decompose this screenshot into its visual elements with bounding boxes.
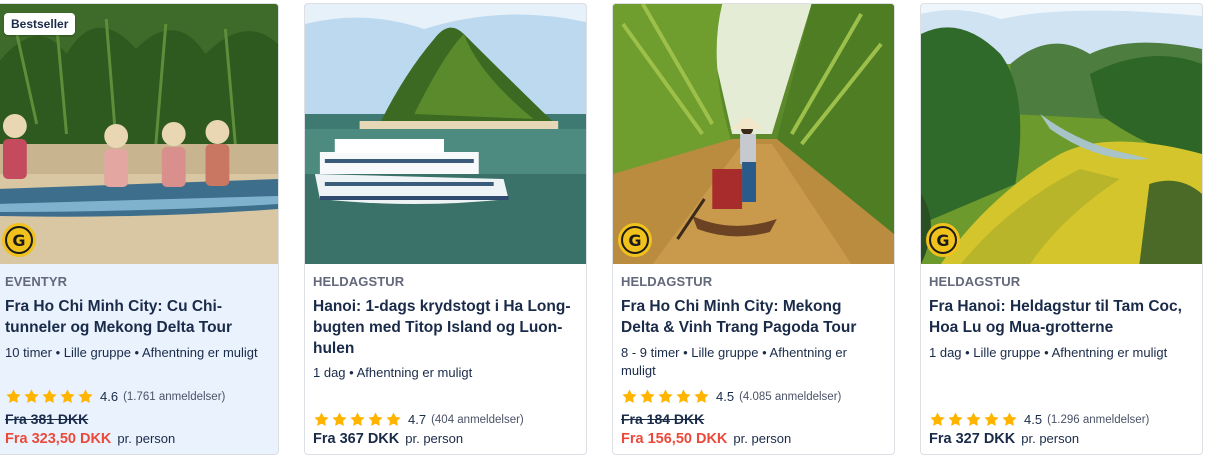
star-rating xyxy=(313,411,403,428)
price-unit: pr. person xyxy=(1021,431,1080,446)
star-icon xyxy=(966,412,981,426)
star-icon xyxy=(984,412,999,426)
rating-value: 4.7 xyxy=(408,412,427,427)
original-price: Fra 381 DKK xyxy=(5,411,89,427)
card-body: HELDAGSTUR Hanoi: 1-dags krydstogt i Ha … xyxy=(305,264,586,454)
card-meta: 1 dag • Afhentning er muligt xyxy=(313,365,473,380)
card-image[interactable] xyxy=(921,4,1202,264)
card-meta: 1 dag • Lille gruppe • Afhentning er mul… xyxy=(929,345,1168,360)
activity-card-2[interactable]: HELDAGSTUR Hanoi: 1-dags krydstogt i Ha … xyxy=(304,3,587,455)
star-icon xyxy=(676,389,691,403)
star-icon xyxy=(930,412,945,426)
price-row: Fra 367 DKK pr. person xyxy=(313,431,463,447)
rating: 4.5 (1.296 anmeldelser) xyxy=(929,411,1149,428)
category-label: HELDAGSTUR xyxy=(313,274,405,289)
activity-card-1[interactable]: Bestseller G EVENTYR Fra Ho Chi Minh Cit… xyxy=(0,3,279,455)
rating-value: 4.5 xyxy=(1024,412,1043,427)
original-price: Fra 184 DKK xyxy=(621,411,705,427)
mekong-canal-photo xyxy=(613,4,894,264)
getyourguide-logo-icon: G xyxy=(2,223,36,257)
sale-price: Fra 323,50 DKK xyxy=(5,431,112,447)
review-count: (4.085 anmeldelser) xyxy=(739,390,842,403)
card-title[interactable]: Fra Hanoi: Heldagstur til Tam Coc, Hoa L… xyxy=(929,296,1191,338)
price-row: Fra 323,50 DKK pr. person xyxy=(5,431,175,447)
price-unit: pr. person xyxy=(117,431,176,446)
star-icon xyxy=(368,412,383,426)
star-icon xyxy=(42,389,57,403)
category-label: EVENTYR xyxy=(5,274,68,289)
star-icon xyxy=(6,389,21,403)
review-count: (404 anmeldelser) xyxy=(431,413,524,426)
review-count: (1.296 anmeldelser) xyxy=(1047,413,1150,426)
review-count: (1.761 anmeldelser) xyxy=(123,390,226,403)
rating: 4.7 (404 anmeldelser) xyxy=(313,411,524,428)
card-body: HELDAGSTUR Fra Ho Chi Minh City: Mekong … xyxy=(613,264,894,454)
card-meta: 10 timer • Lille gruppe • Afhentning er … xyxy=(5,345,258,360)
category-label: HELDAGSTUR xyxy=(929,274,1021,289)
price: Fra 327 DKK xyxy=(929,431,1016,447)
rating-value: 4.6 xyxy=(100,389,119,404)
price-row: Fra 156,50 DKK pr. person xyxy=(621,431,791,447)
star-icon xyxy=(24,389,39,403)
card-title[interactable]: Fra Ho Chi Minh City: Mekong Delta & Vin… xyxy=(621,296,883,338)
getyourguide-logo-icon: G xyxy=(926,223,960,257)
card-image[interactable] xyxy=(0,4,278,264)
card-meta: 8 - 9 timer • Lille gruppe • Afhentning … xyxy=(621,345,847,378)
rating: 4.6 (1.761 anmeldelser) xyxy=(5,388,225,405)
bestseller-badge: Bestseller xyxy=(4,13,76,35)
star-icon xyxy=(622,389,637,403)
star-icon xyxy=(60,389,75,403)
star-rating xyxy=(621,388,711,405)
star-icon xyxy=(78,389,93,403)
star-icon xyxy=(640,389,655,403)
activity-card-3[interactable]: G HELDAGSTUR Fra Ho Chi Minh City: Mekon… xyxy=(612,3,895,455)
card-body: EVENTYR Fra Ho Chi Minh City: Cu Chi-tun… xyxy=(0,264,278,454)
star-icon xyxy=(350,412,365,426)
star-icon xyxy=(314,412,329,426)
cruise-ship-photo xyxy=(305,4,586,264)
star-rating xyxy=(5,388,95,405)
price-unit: pr. person xyxy=(733,431,792,446)
card-title[interactable]: Fra Ho Chi Minh City: Cu Chi-tunneler og… xyxy=(5,296,267,338)
star-icon xyxy=(658,389,673,403)
rating: 4.5 (4.085 anmeldelser) xyxy=(621,388,841,405)
sale-price: Fra 156,50 DKK xyxy=(621,431,728,447)
price-unit: pr. person xyxy=(405,431,464,446)
rating-value: 4.5 xyxy=(716,389,735,404)
rice-field-photo xyxy=(921,4,1202,264)
card-image[interactable] xyxy=(305,4,586,264)
activity-card-4[interactable]: G HELDAGSTUR Fra Hanoi: Heldagstur til T… xyxy=(920,3,1203,455)
star-rating xyxy=(929,411,1019,428)
boat-river-photo xyxy=(0,4,278,264)
getyourguide-logo-icon: G xyxy=(618,223,652,257)
star-icon xyxy=(694,389,709,403)
category-label: HELDAGSTUR xyxy=(621,274,713,289)
star-icon xyxy=(1002,412,1017,426)
star-icon xyxy=(948,412,963,426)
star-icon xyxy=(386,412,401,426)
star-icon xyxy=(332,412,347,426)
price-row: Fra 327 DKK pr. person xyxy=(929,431,1079,447)
card-body: HELDAGSTUR Fra Hanoi: Heldagstur til Tam… xyxy=(921,264,1202,454)
card-image[interactable] xyxy=(613,4,894,264)
price: Fra 367 DKK xyxy=(313,431,400,447)
card-title[interactable]: Hanoi: 1-dags krydstogt i Ha Long-bugten… xyxy=(313,296,575,359)
